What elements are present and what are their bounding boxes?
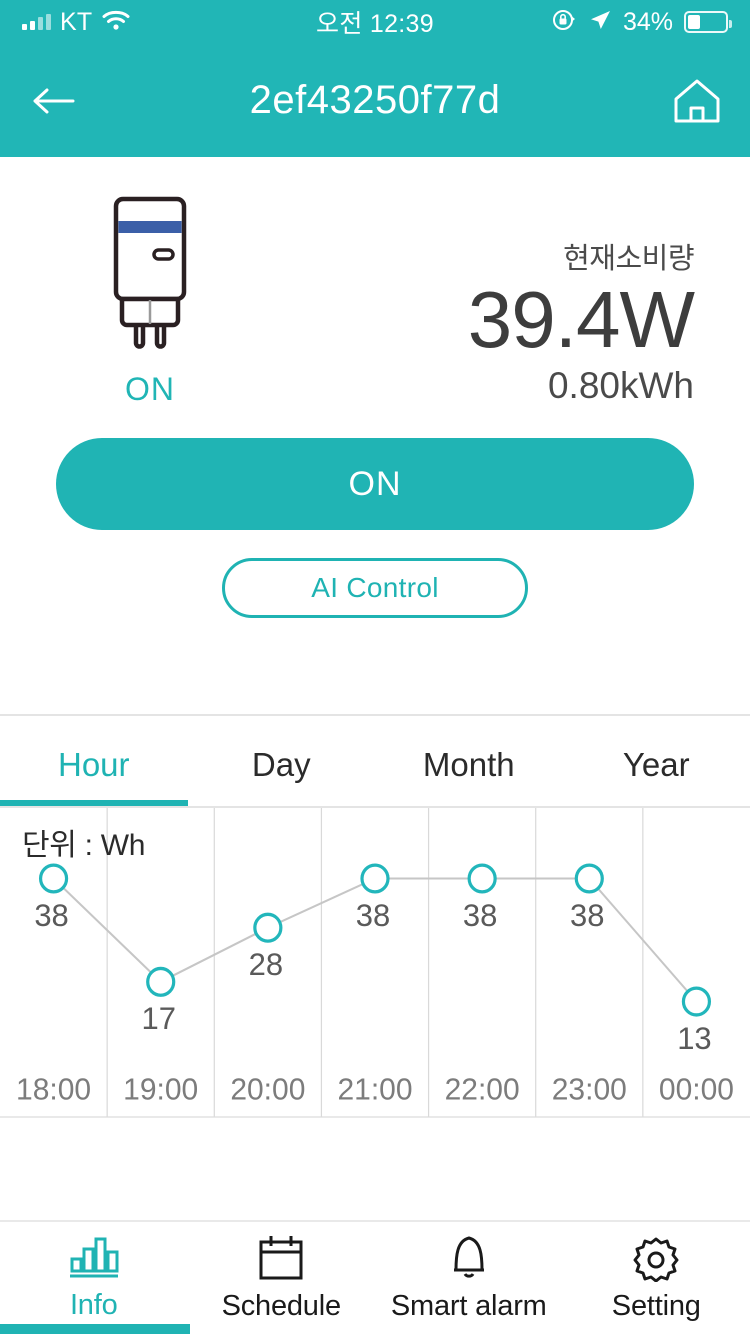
consumption-watt-value: 39.4W (467, 275, 695, 364)
nav-label-info: Info (69, 1288, 118, 1321)
chart-data-point[interactable] (253, 912, 283, 943)
nav-item-info[interactable]: Info (0, 1222, 188, 1334)
usage-chart: 단위 : Wh 38 17 28 38 38 38 13 18:00 19:00 20:00 21:… (0, 806, 750, 1220)
home-button[interactable] (668, 72, 726, 130)
nav-item-smart-alarm[interactable]: Smart alarm (375, 1222, 563, 1334)
bottom-navigation: Info Schedule Smart alarm Setting (0, 1220, 750, 1334)
chart-data-point[interactable] (360, 863, 390, 894)
nav-item-setting[interactable]: Setting (563, 1222, 750, 1334)
signal-bars-icon (22, 14, 51, 30)
consumption-title: 현재소비량 (563, 243, 694, 275)
chart-x-tick-label: 19:00 (123, 1072, 198, 1106)
chart-canvas: 38 17 28 38 38 38 13 18:00 19:00 20:00 21:00 22:00 2… (0, 808, 750, 1220)
nav-label-setting: Setting (611, 1289, 701, 1322)
chart-data-point[interactable] (681, 986, 712, 1017)
device-state-label: ON (125, 371, 175, 407)
app-screen: KT 오전 12:39 34% 2ef43250f77d ON 현재소비량 39… (0, 0, 750, 1334)
tab-hour[interactable]: Hour (0, 716, 188, 806)
back-button[interactable] (24, 72, 82, 130)
chart-x-tick-label: 22:00 (445, 1072, 520, 1106)
device-visual: ON (0, 193, 300, 408)
chart-point-label: 28 (249, 947, 283, 983)
chart-data-point[interactable] (574, 863, 604, 894)
status-bar-right: 34% (551, 7, 732, 38)
chart-svg: 38 17 28 38 38 38 13 18:00 19:00 20:00 21:00 22:00 2… (0, 808, 750, 1118)
power-toggle-button[interactable]: ON (56, 438, 694, 530)
chart-x-tick-label: 00:00 (659, 1072, 734, 1106)
page-title: 2ef43250f77d (249, 78, 501, 122)
consumption-readout: 현재소비량 39.4W 0.80kWh (468, 235, 750, 407)
chart-x-tick-label: 21:00 (337, 1072, 412, 1106)
battery-icon (684, 11, 732, 33)
tab-month[interactable]: Month (375, 716, 563, 806)
chart-point-label: 17 (141, 1001, 175, 1037)
chart-data-point[interactable] (146, 966, 176, 997)
back-arrow-icon (33, 88, 75, 113)
home-icon (674, 79, 720, 122)
rotation-lock-icon (551, 7, 577, 38)
control-buttons: ON AI Control (0, 408, 750, 618)
tab-year[interactable]: Year (563, 716, 750, 806)
chart-data-point[interactable] (38, 863, 69, 894)
chart-point-label: 38 (34, 897, 68, 933)
calendar-icon (259, 1235, 303, 1279)
ai-control-button[interactable]: AI Control (222, 558, 528, 618)
nav-label-schedule: Schedule (221, 1289, 342, 1322)
gear-icon (633, 1237, 679, 1282)
bar-chart-icon (69, 1237, 119, 1277)
chart-point-label: 13 (677, 1020, 711, 1056)
bell-icon (453, 1236, 484, 1278)
wifi-icon (101, 9, 131, 36)
consumption-kwh-value: 0.80kWh (547, 364, 694, 406)
tab-day[interactable]: Day (188, 716, 376, 806)
nav-item-schedule[interactable]: Schedule (188, 1222, 376, 1334)
location-arrow-icon (588, 8, 612, 37)
chart-x-tick-label: 18:00 (16, 1072, 91, 1106)
chart-data-point[interactable] (467, 863, 497, 894)
device-panel: ON 현재소비량 39.4W 0.80kWh (0, 157, 750, 408)
home-indicator (0, 1324, 190, 1334)
carrier-label: KT (60, 7, 93, 36)
chart-point-label: 38 (463, 897, 497, 933)
smart-plug-icon (113, 196, 187, 349)
status-bar: KT 오전 12:39 34% (0, 0, 750, 44)
chart-point-label: 38 (570, 897, 604, 933)
nav-label-smart-alarm: Smart alarm (390, 1289, 547, 1322)
app-header: 2ef43250f77d (0, 44, 750, 157)
chart-x-tick-label: 20:00 (230, 1072, 305, 1106)
battery-percent-label: 34% (622, 7, 673, 36)
status-bar-left: KT (22, 8, 131, 37)
chart-point-label: 38 (356, 897, 390, 933)
chart-unit-label: 단위 : Wh (22, 829, 146, 862)
chart-x-tick-label: 23:00 (552, 1072, 627, 1106)
period-tabs: Hour Day Month Year (0, 714, 750, 806)
